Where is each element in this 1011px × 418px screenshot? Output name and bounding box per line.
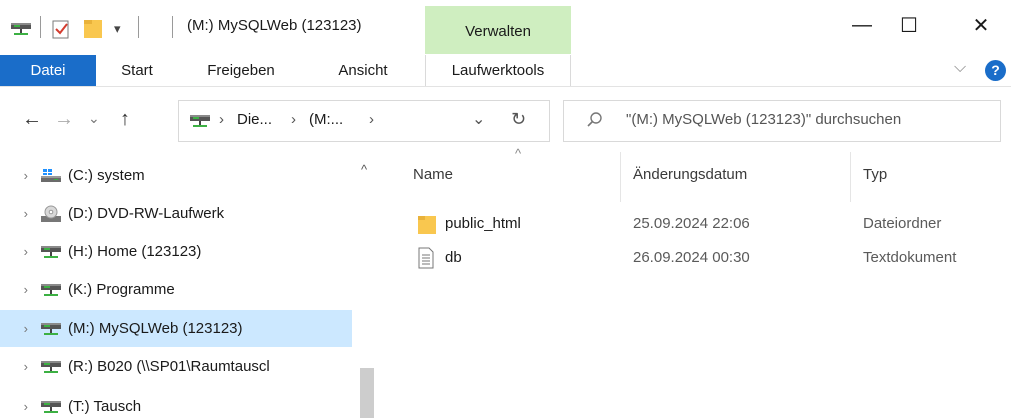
search-placeholder: "(M:) MySQLWeb (123123)" durchsuchen [626, 111, 902, 128]
up-button[interactable]: ↑ [120, 108, 130, 131]
nav-item-m-drive[interactable]: › (M:) MySQLWeb (123123) [0, 310, 352, 347]
windows-drive-icon [40, 166, 68, 186]
nav-item-label: (D:) DVD-RW-Laufwerk [68, 205, 225, 222]
help-icon[interactable]: ? [985, 60, 1006, 81]
expand-chevron-icon[interactable]: › [0, 359, 40, 374]
context-tab-group: Verwalten [425, 6, 571, 54]
expand-chevron-icon[interactable]: › [0, 206, 40, 221]
address-bar[interactable]: › Die... › (M:... › ⌄ ↻ [178, 100, 550, 142]
expand-chevron-icon[interactable]: › [0, 399, 40, 414]
nav-item-d-drive[interactable]: › (D:) DVD-RW-Laufwerk [0, 195, 352, 232]
network-drive-icon [40, 280, 68, 300]
text-document-icon [417, 247, 437, 269]
expand-chevron-icon[interactable]: › [0, 244, 40, 259]
navigation-pane: › (C:) system › (D:) DVD-RW-Laufwerk › (… [0, 152, 385, 418]
network-drive-icon[interactable] [10, 18, 32, 40]
network-drive-icon [189, 113, 211, 133]
tab-freigeben[interactable]: Freigeben [196, 55, 286, 86]
column-header-date[interactable]: Änderungsdatum [633, 166, 747, 183]
file-list: ^ Name Änderungsdatum Typ public_html 25… [385, 146, 1011, 418]
folder-icon [417, 213, 437, 235]
expand-chevron-icon[interactable]: › [0, 321, 40, 336]
column-divider[interactable] [620, 152, 621, 202]
context-tab-group-label: Verwalten [465, 23, 531, 40]
table-row[interactable]: db 26.09.2024 00:30 Textdokument [385, 241, 1011, 274]
nav-item-label: (H:) Home (123123) [68, 243, 202, 260]
forward-button[interactable]: → [54, 108, 74, 131]
network-drive-icon [40, 357, 68, 377]
nav-item-label: (T:) Tausch [68, 398, 142, 415]
recent-locations-button[interactable]: ⌄ [88, 110, 100, 127]
file-date: 26.09.2024 00:30 [633, 249, 750, 266]
maximize-button[interactable]: ☐ [879, 0, 939, 50]
nav-item-label: (M:) MySQLWeb (123123) [68, 320, 243, 337]
quick-access-dropdown-icon[interactable]: ▾ [114, 18, 121, 40]
tab-datei[interactable]: Datei [0, 55, 96, 86]
nav-item-label: (C:) system [68, 167, 145, 184]
title-bar: ▾ (M:) MySQLWeb (123123) Verwalten — ☐ ✕ [0, 0, 1011, 55]
address-dropdown-icon[interactable]: ⌄ [472, 109, 485, 129]
expand-chevron-icon[interactable]: › [0, 168, 40, 183]
file-name: public_html [445, 215, 521, 232]
quick-access-separator [138, 16, 139, 38]
quick-access-separator [40, 16, 41, 38]
file-type: Textdokument [863, 249, 957, 266]
breadcrumb-separator: › [369, 111, 374, 128]
file-type: Dateiordner [863, 215, 942, 232]
tab-start[interactable]: Start [114, 55, 160, 86]
nav-item-h-drive[interactable]: › (H:) Home (123123) [0, 233, 352, 270]
nav-item-t-drive[interactable]: › (T:) Tausch [0, 388, 352, 418]
breadcrumb-separator: › [291, 111, 296, 128]
navigation-bar: ← → ⌄ ↑ › Die... › (M:... › ⌄ ↻ "(M:) My… [0, 88, 1011, 152]
properties-icon[interactable] [52, 18, 70, 40]
breadcrumb-item[interactable]: Die... [237, 111, 272, 128]
column-header-type[interactable]: Typ [863, 166, 887, 183]
nav-item-r-drive[interactable]: › (R:) B020 (\\SP01\Raumtauscl [0, 348, 352, 385]
nav-item-c-drive[interactable]: › (C:) system [0, 157, 352, 194]
search-input[interactable]: "(M:) MySQLWeb (123123)" durchsuchen [563, 100, 1001, 142]
dvd-drive-icon [40, 204, 68, 224]
expand-chevron-icon[interactable]: › [0, 282, 40, 297]
nav-scrollbar[interactable]: ^ [356, 152, 378, 418]
ribbon-tabs: Datei Start Freigeben Ansicht Laufwerkto… [0, 55, 1011, 87]
search-icon [586, 111, 604, 133]
tab-laufwerktools[interactable]: Laufwerktools [425, 55, 571, 86]
nav-item-k-drive[interactable]: › (K:) Programme [0, 271, 352, 308]
network-drive-icon [40, 319, 68, 339]
back-button[interactable]: ← [22, 108, 42, 131]
file-name: db [445, 249, 462, 266]
table-row[interactable]: public_html 25.09.2024 22:06 Dateiordner [385, 207, 1011, 240]
nav-item-label: (R:) B020 (\\SP01\Raumtauscl [68, 358, 270, 375]
tab-ansicht[interactable]: Ansicht [320, 55, 406, 86]
column-header-name[interactable]: Name [413, 166, 453, 183]
file-date: 25.09.2024 22:06 [633, 215, 750, 232]
title-separator [172, 16, 173, 38]
network-drive-icon [40, 242, 68, 262]
close-button[interactable]: ✕ [951, 0, 1011, 50]
scroll-up-icon[interactable]: ^ [361, 162, 367, 177]
breadcrumb-item[interactable]: (M:... [309, 111, 343, 128]
column-divider[interactable] [850, 152, 851, 202]
refresh-icon[interactable]: ↻ [511, 109, 526, 130]
ribbon-expand-icon[interactable]: ⌵ [954, 59, 966, 77]
new-folder-icon[interactable] [82, 18, 104, 40]
window-title: (M:) MySQLWeb (123123) [187, 17, 362, 34]
nav-item-label: (K:) Programme [68, 281, 175, 298]
scrollbar-thumb[interactable] [360, 368, 374, 418]
sort-ascending-icon: ^ [515, 146, 522, 161]
breadcrumb-separator: › [219, 111, 224, 128]
network-drive-icon [40, 397, 68, 417]
